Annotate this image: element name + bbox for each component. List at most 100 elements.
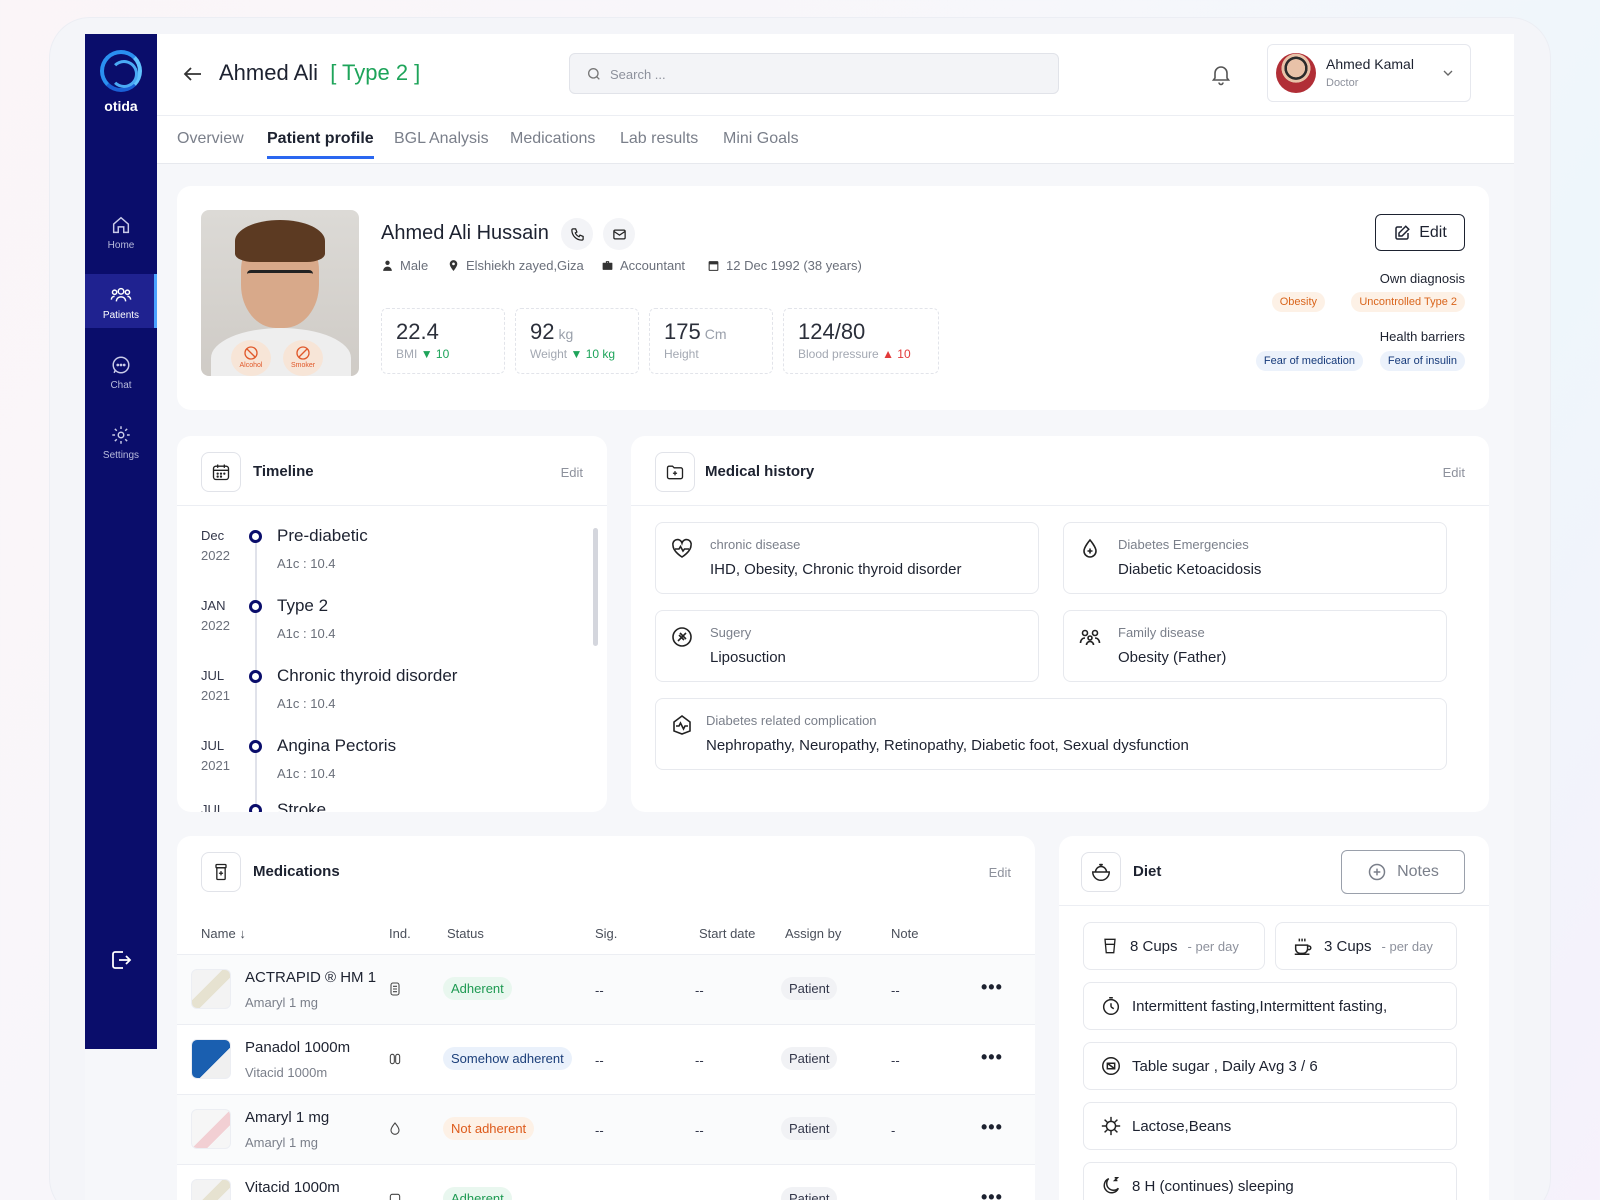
stat-unit: Cm (704, 326, 727, 342)
home-icon (112, 216, 130, 234)
column-header-sig: Sig. (595, 926, 618, 941)
diabetes-emergencies-box[interactable]: Diabetes Emergencies Diabetic Ketoacidos… (1063, 522, 1447, 594)
photo-hair (235, 220, 325, 262)
status-badge: Adherent (443, 977, 512, 1000)
table-row[interactable]: Vitacid 1000m Adherent Patient ••• (177, 1164, 1035, 1200)
diagnosis-chip: Obesity (1271, 292, 1325, 312)
start-date-cell: -- (695, 1123, 704, 1138)
water-intake: 8 Cups - per day (1083, 922, 1265, 970)
user-menu[interactable]: Ahmed Kamal Doctor (1267, 44, 1471, 102)
diet-title: Diet (1133, 863, 1162, 880)
phone-icon (570, 227, 584, 241)
timeline-edit-link[interactable]: Edit (561, 465, 583, 480)
stat-weight: 92 kg Weight ▼ 10 kg (515, 308, 639, 374)
sidebar-item-label: Patients (102, 310, 140, 321)
sidebar-item-chat[interactable]: Chat (85, 344, 157, 398)
pill-bottle-icon (215, 863, 227, 881)
tab-lab-results[interactable]: Lab results (620, 130, 698, 156)
tab-medications[interactable]: Medications (510, 130, 595, 156)
timeline-month: JUL (201, 802, 225, 812)
notification-bell-icon[interactable] (1209, 62, 1233, 86)
sidebar-item-label: Settings (102, 450, 140, 461)
allergy-info: Lactose,Beans (1083, 1102, 1457, 1150)
stat-blood-pressure: 124/80 Blood pressure ▲ 10 (783, 308, 939, 374)
patient-birthdate: 12 Dec 1992 (38 years) (707, 258, 862, 273)
sidebar-item-home[interactable]: Home (85, 204, 157, 258)
complications-box[interactable]: Diabetes related complication Nephropath… (655, 698, 1447, 770)
user-role: Doctor (1326, 77, 1359, 89)
sig-cell: -- (595, 983, 604, 998)
calendar-icon (708, 261, 719, 271)
note-cell: - (891, 1123, 896, 1138)
call-button[interactable] (561, 218, 593, 250)
surgery-box[interactable]: Sugery Liposuction (655, 610, 1039, 682)
timeline-item[interactable]: JUL 2021 Angina Pectoris A1c : 10.4 (177, 736, 587, 800)
coffee-cup-icon (1294, 938, 1312, 955)
sidebar-item-settings[interactable]: Settings (85, 414, 157, 468)
medication-name: ACTRAPID ® HM 1 (245, 969, 377, 986)
chronic-disease-box[interactable]: chronic disease IHD, Obesity, Chronic th… (655, 522, 1039, 594)
more-options-icon[interactable]: ••• (981, 1187, 1003, 1200)
assign-badge: Patient (781, 977, 838, 1000)
medication-sub: Amaryl 1 mg (245, 995, 318, 1010)
more-options-icon[interactable]: ••• (981, 1117, 1003, 1138)
allergy-text: Lactose,Beans (1132, 1117, 1232, 1135)
table-row[interactable]: Amaryl 1 mg Amaryl 1 mg Not adherent -- … (177, 1094, 1035, 1164)
job-text: Accountant (620, 258, 686, 273)
table-row[interactable]: Panadol 1000m Vitacid 1000m Somehow adhe… (177, 1024, 1035, 1094)
edit-profile-button[interactable]: Edit (1375, 214, 1465, 251)
mail-icon (612, 229, 626, 239)
medications-edit-link[interactable]: Edit (989, 865, 1011, 880)
surgery-label: Sugery (710, 625, 752, 640)
complications-label: Diabetes related complication (706, 713, 877, 728)
table-row[interactable]: ACTRAPID ® HM 1 Amaryl 1 mg Adherent -- … (177, 954, 1035, 1024)
chronic-disease-value: IHD, Obesity, Chronic thyroid disorder (710, 561, 962, 578)
sidebar-item-patients[interactable]: Patients (85, 274, 157, 328)
birthdate-text: 12 Dec 1992 (38 years) (726, 258, 862, 273)
medication-image (191, 1109, 231, 1149)
assign-badge: Patient (781, 1117, 838, 1140)
glass-icon (1104, 938, 1116, 954)
timeline-item-sub: A1c : 10.4 (277, 766, 336, 781)
back-arrow-icon[interactable] (181, 62, 205, 86)
stat-delta: 10 (435, 347, 450, 361)
family-disease-box[interactable]: Family disease Obesity (Father) (1063, 610, 1447, 682)
tab-patient-profile[interactable]: Patient profile (267, 130, 374, 159)
timeline-item-sub: A1c : 10.4 (277, 696, 336, 711)
more-options-icon[interactable]: ••• (981, 1047, 1003, 1068)
timeline-month: Dec (201, 528, 225, 543)
timeline-item[interactable]: Dec 2022 Pre-diabetic A1c : 10.4 (177, 526, 587, 590)
edit-icon (1395, 224, 1411, 240)
timeline-item[interactable]: JAN 2022 Type 2 A1c : 10.4 (177, 596, 587, 660)
tab-mini-goals[interactable]: Mini Goals (723, 130, 799, 156)
sig-cell: -- (595, 1123, 604, 1138)
medical-history-icon-box (655, 452, 695, 492)
medication-name: Panadol 1000m (245, 1039, 351, 1056)
logo[interactable]: otida (85, 50, 157, 114)
medical-history-edit-link[interactable]: Edit (1443, 465, 1465, 480)
medications-icon-box (201, 852, 241, 892)
food-bowl-icon (1092, 863, 1110, 881)
tab-overview[interactable]: Overview (177, 130, 244, 156)
timeline-scrollbar[interactable] (593, 528, 598, 646)
allergy-icon (1101, 1116, 1121, 1136)
profile-card: Alcohol Smoker Ahmed Ali Hussain Male El… (177, 186, 1489, 410)
timeline-item[interactable]: JUL 2021 Chronic thyroid disorder A1c : 1… (177, 666, 587, 730)
logout-icon[interactable] (109, 948, 133, 972)
stat-value: 175 (664, 319, 701, 344)
column-header-label: Name (201, 926, 236, 941)
column-header-name[interactable]: Name ↓ (201, 926, 246, 941)
notes-button[interactable]: Notes (1341, 850, 1465, 894)
more-options-icon[interactable]: ••• (981, 977, 1003, 998)
timeline-item[interactable]: JUL Stroke (177, 800, 587, 812)
medication-image (191, 1179, 231, 1200)
diet-card: Diet Notes 8 Cups - per day 3 Cups - per… (1059, 836, 1489, 1200)
activity-icon (673, 715, 691, 735)
tab-bgl-analysis[interactable]: BGL Analysis (394, 130, 489, 156)
search-input[interactable] (610, 64, 1030, 84)
timeline-dot (249, 530, 262, 543)
water-suffix: - per day (1187, 938, 1239, 954)
sidebar-item-label: Home (107, 240, 135, 251)
search-icon (588, 68, 600, 80)
email-button[interactable] (603, 218, 635, 250)
